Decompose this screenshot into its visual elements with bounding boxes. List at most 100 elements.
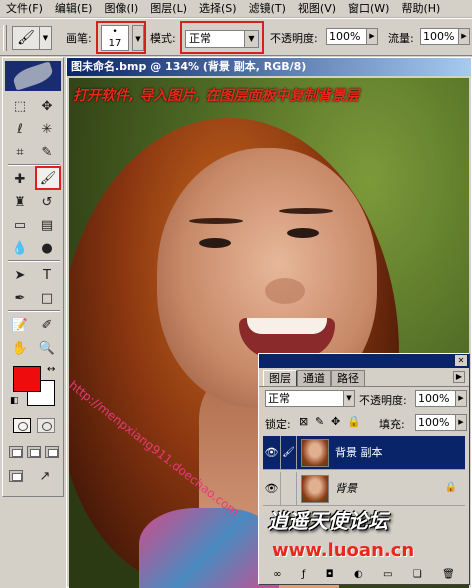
history-brush-tool-icon[interactable]: ↺ [35,192,59,212]
options-bar-grip[interactable] [3,25,7,51]
fill-label: 填充: [379,418,405,431]
chevron-right-icon[interactable]: ▶ [458,29,469,44]
flow-field[interactable]: 100% ▶ [420,28,470,45]
lock-image-icon[interactable]: ✎ [315,415,324,428]
chevron-right-icon[interactable]: ▶ [455,415,466,430]
clone-stamp-tool-icon[interactable]: ♜ [8,192,32,212]
type-tool-icon[interactable]: T [35,265,59,285]
brush-tool-icon[interactable]: 🖌 [35,166,61,190]
magic-wand-tool-icon[interactable]: ✳ [35,119,59,139]
opacity-value: 100% [329,30,361,43]
photo-brow [279,208,333,214]
slice-tool-icon[interactable]: ✎ [35,142,59,162]
pen-tool-icon[interactable]: ✒ [8,288,32,308]
eyedropper-tool-icon[interactable]: ✐ [35,315,59,335]
lock-transparent-icon[interactable]: ⊠ [299,415,308,428]
healing-brush-tool-icon[interactable]: ✚ [8,169,32,189]
foreground-color-swatch[interactable] [13,366,41,392]
menu-filter[interactable]: 滤镜(T) [243,0,292,18]
toolbox-logo[interactable] [5,61,61,91]
crop-tool-icon[interactable]: ⌗ [8,142,32,162]
brush-tip-icon: • [112,27,118,37]
fill-field[interactable]: 100% ▶ [415,414,467,431]
jump-to-imageready-icon[interactable] [9,470,23,482]
menu-bar: 文件(F) 编辑(E) 图像(I) 图层(L) 选择(S) 滤镜(T) 视图(V… [0,0,472,18]
options-bar: 🖌 ▼ 画笔: • 17 ▼ 模式: 正常 ▼ 不透明度: 100% ▶ 流量:… [0,18,472,56]
lock-label: 锁定: [265,418,291,431]
layer-style-icon[interactable]: ƒ [302,569,306,580]
opacity-field[interactable]: 100% ▶ [326,28,378,45]
layer-mask-icon[interactable]: ◘ [326,569,334,580]
new-group-icon[interactable]: ▭ [383,569,392,580]
notes-tool-icon[interactable]: 📝 [8,315,32,335]
move-tool-icon[interactable]: ✥ [35,96,59,116]
new-layer-icon[interactable]: ❏ [413,569,422,580]
lock-icon: 🔒 [444,482,457,493]
layer-opacity-field[interactable]: 100% ▶ [415,390,467,407]
menu-select[interactable]: 选择(S) [193,0,243,18]
full-screen-mode-icon[interactable] [45,446,59,458]
brush-label: 画笔: [66,32,92,45]
zoom-tool-icon[interactable]: 🔍 [35,338,59,358]
full-screen-menu-mode-icon[interactable] [27,446,41,458]
standard-screen-mode-icon[interactable] [9,446,23,458]
menu-window[interactable]: 窗口(W) [342,0,395,18]
eraser-tool-icon[interactable]: ▭ [8,215,32,235]
path-selection-tool-icon[interactable]: ➤ [8,265,32,285]
link-slot [281,472,297,506]
layer-row-background-copy[interactable]: 👁 🖌 背景 副本 [263,436,465,470]
standard-mode-icon[interactable] [13,418,31,433]
swap-colors-icon[interactable]: ↔ [47,364,59,376]
lock-position-icon[interactable]: ✥ [331,415,340,428]
menu-help[interactable]: 帮助(H) [395,0,446,18]
chevron-right-icon[interactable]: ▶ [455,391,466,406]
gradient-tool-icon[interactable]: ▤ [35,215,59,235]
dodge-tool-icon[interactable]: ● [35,238,59,258]
flow-value: 100% [423,30,455,43]
document-title[interactable]: 图未命名.bmp @ 134% (背景 副本, RGB/8) [67,58,471,76]
blur-tool-icon[interactable]: 💧 [8,238,32,258]
layer-opacity-value: 100% [418,392,450,405]
site-logo-text: 逍遥天使论坛 [268,509,388,533]
hand-tool-icon[interactable]: ✋ [8,338,32,358]
rectangle-tool-icon[interactable]: □ [35,288,59,308]
mode-select[interactable]: 正常 ▼ [180,21,264,54]
lasso-tool-icon[interactable]: ℓ [8,119,32,139]
chevron-down-icon[interactable]: ▼ [244,31,258,47]
adjustment-layer-icon[interactable]: ◐ [354,569,363,580]
layer-row-background[interactable]: 👁 背景 🔒 [263,472,465,506]
menu-view[interactable]: 视图(V) [292,0,342,18]
menu-edit[interactable]: 编辑(E) [49,0,99,18]
photoshop-window: { "menu": ["文件(F)", "编辑(E)", "图像(I)", "图… [0,0,472,588]
tool-preset-picker[interactable]: 🖌 ▼ [12,26,52,50]
tab-channels[interactable]: 通道 [297,370,331,386]
feather-logo-icon [11,61,55,91]
menu-layer[interactable]: 图层(L) [144,0,193,18]
eye-icon[interactable]: 👁 [263,436,281,470]
brush-icon: 🖌 [17,30,35,46]
chevron-down-icon[interactable]: ▼ [132,25,144,51]
tab-layers[interactable]: 图层 [263,370,297,386]
close-icon[interactable]: ✕ [455,355,467,366]
menu-image[interactable]: 图像(I) [98,0,144,18]
default-colors-icon[interactable]: ◧ [10,396,20,406]
chevron-down-icon[interactable]: ▼ [343,391,354,406]
photo-eye [199,238,231,248]
fill-value: 100% [418,416,450,429]
brush-size-picker[interactable]: • 17 ▼ [96,21,146,54]
eye-icon[interactable]: 👁 [263,472,281,506]
edit-in-imageready-icon[interactable]: ↗ [33,466,57,486]
link-layers-icon[interactable]: ∞ [273,569,281,580]
tool-divider [8,310,60,312]
lock-all-icon[interactable]: 🔒 [347,415,361,428]
marquee-tool-icon[interactable]: ⬚ [8,96,32,116]
layers-panel-header[interactable]: ✕ [259,354,469,368]
tab-paths[interactable]: 路径 [331,370,365,386]
blend-mode-select[interactable]: 正常 ▼ [265,390,355,407]
menu-file[interactable]: 文件(F) [0,0,49,18]
trash-icon[interactable]: 🗑 [442,569,455,580]
site-logo-url: www.luoan.cn [272,540,415,561]
quick-mask-mode-icon[interactable] [37,418,55,433]
chevron-right-icon[interactable]: ▶ [366,29,377,44]
panel-menu-icon[interactable]: ▶ [453,371,465,383]
